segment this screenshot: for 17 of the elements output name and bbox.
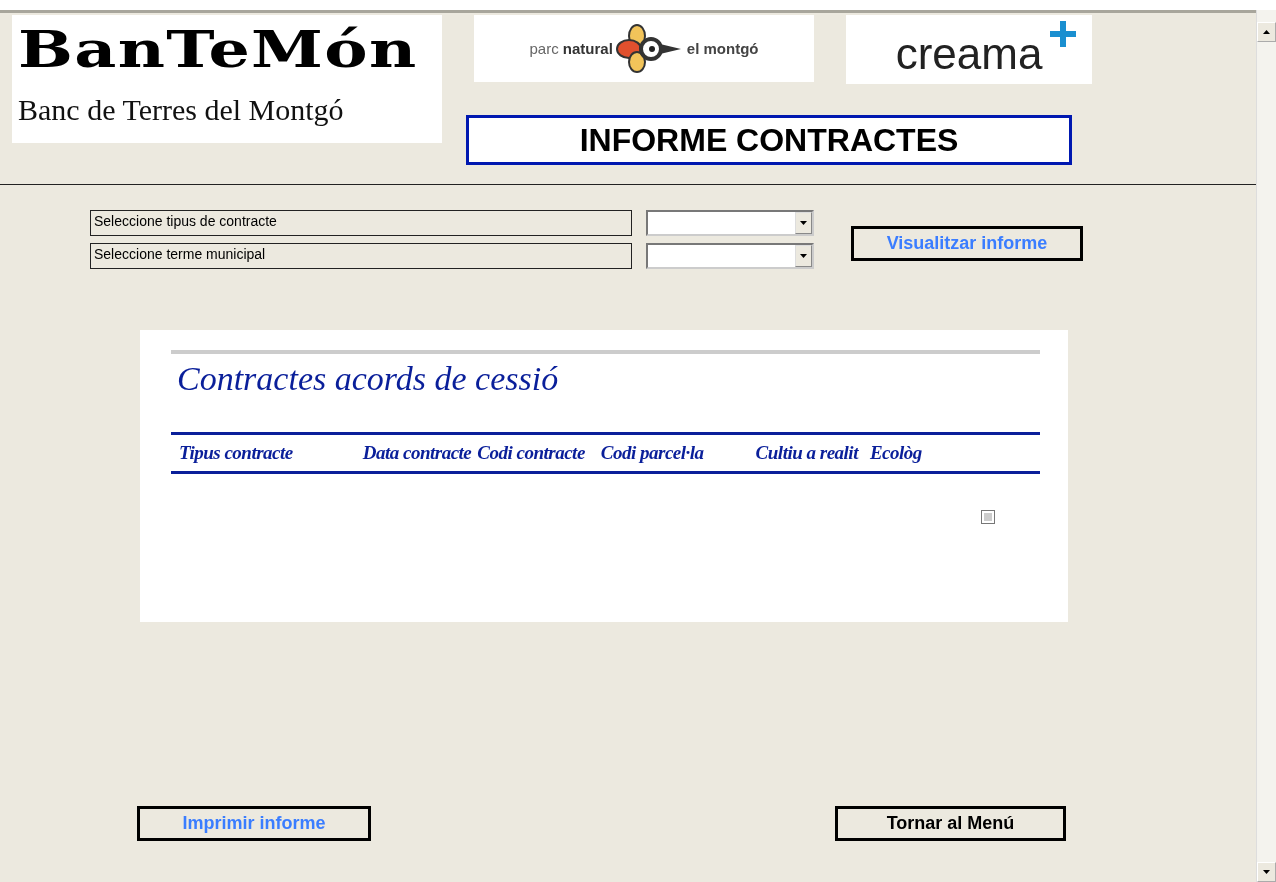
column-header: Codi parcel·la [600, 442, 704, 464]
column-header: Ecològ [869, 442, 922, 464]
print-report-button[interactable]: Imprimir informe [137, 806, 371, 841]
filter-label: Seleccione tipus de contracte [90, 210, 632, 236]
partner-logo: parc natural el montgó [474, 15, 814, 82]
view-report-button[interactable]: Visualitzar informe [851, 226, 1083, 261]
column-header: Codi contracte [477, 442, 585, 464]
column-header: Tipus contracte [179, 442, 293, 464]
brand-subtitle: Banc de Terres del Montgó [18, 93, 345, 127]
column-header: Data contracte [362, 442, 472, 464]
back-to-menu-button[interactable]: Tornar al Menú [835, 806, 1066, 841]
report-title: Contractes acords de cessió [177, 360, 560, 398]
column-header: Cultiu a realit [755, 442, 858, 464]
report-heading: INFORME CONTRACTES [466, 115, 1072, 165]
sponsor-logo: creama [846, 15, 1092, 84]
brand-logo: BanTeMón [18, 21, 419, 79]
filter-label: Seleccione terme municipal [90, 243, 632, 269]
